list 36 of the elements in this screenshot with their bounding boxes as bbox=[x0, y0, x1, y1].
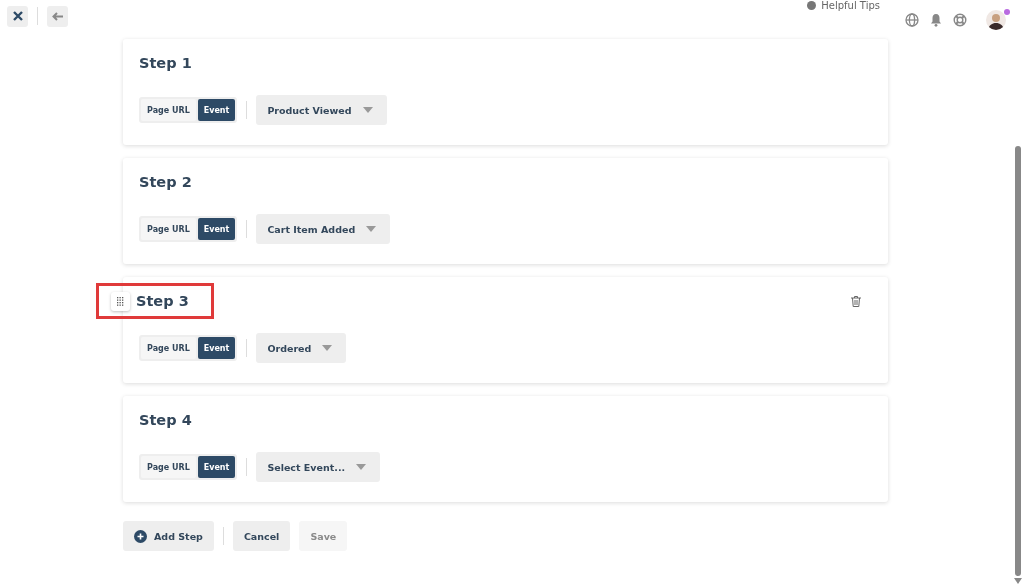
source-option-tab[interactable]: Event bbox=[197, 337, 236, 359]
close-button[interactable] bbox=[7, 5, 28, 27]
step-title: Step 1 bbox=[139, 55, 192, 71]
step-title: Step 4 bbox=[139, 412, 192, 428]
step-title: Step 2 bbox=[139, 174, 192, 190]
arrow-left-icon bbox=[52, 11, 63, 21]
event-dropdown[interactable]: Cart Item Added bbox=[256, 214, 391, 244]
scroll-down-arrow-icon[interactable] bbox=[1014, 578, 1022, 584]
drag-handle[interactable] bbox=[111, 291, 130, 311]
source-option-tab[interactable]: Event bbox=[197, 456, 236, 478]
plus-circle-icon bbox=[134, 529, 147, 543]
lifebuoy-icon[interactable] bbox=[953, 13, 967, 27]
event-dropdown[interactable]: Product Viewed bbox=[256, 95, 387, 125]
step-title: Step 3 bbox=[136, 293, 189, 309]
helpful-tips-link[interactable]: Helpful Tips bbox=[821, 0, 880, 11]
source-option-tab[interactable]: Page URL bbox=[141, 456, 196, 478]
source-option-tab[interactable]: Page URL bbox=[141, 99, 196, 121]
bell-icon[interactable] bbox=[930, 13, 942, 27]
trash-icon[interactable] bbox=[851, 295, 861, 307]
source-option-tab[interactable]: Page URL bbox=[141, 337, 196, 359]
back-button[interactable] bbox=[47, 5, 68, 27]
globe-icon[interactable] bbox=[905, 13, 919, 27]
action-button[interactable]: Cancel bbox=[232, 521, 291, 551]
caret-down-icon bbox=[322, 345, 333, 351]
caret-down-icon bbox=[366, 226, 377, 232]
source-option-tab[interactable]: Event bbox=[197, 218, 236, 240]
caret-down-icon bbox=[356, 464, 367, 470]
add-step-button[interactable]: Add Step bbox=[123, 521, 214, 551]
source-option-tab[interactable]: Event bbox=[197, 99, 236, 121]
event-dropdown[interactable]: Select Event... bbox=[256, 452, 381, 482]
scrollbar-thumb[interactable] bbox=[1015, 146, 1021, 576]
caret-down-icon bbox=[362, 107, 373, 113]
source-option-tab[interactable]: Page URL bbox=[141, 218, 196, 240]
grip-dots-icon bbox=[117, 296, 124, 306]
event-dropdown[interactable]: Ordered bbox=[256, 333, 347, 363]
close-icon bbox=[12, 11, 23, 21]
